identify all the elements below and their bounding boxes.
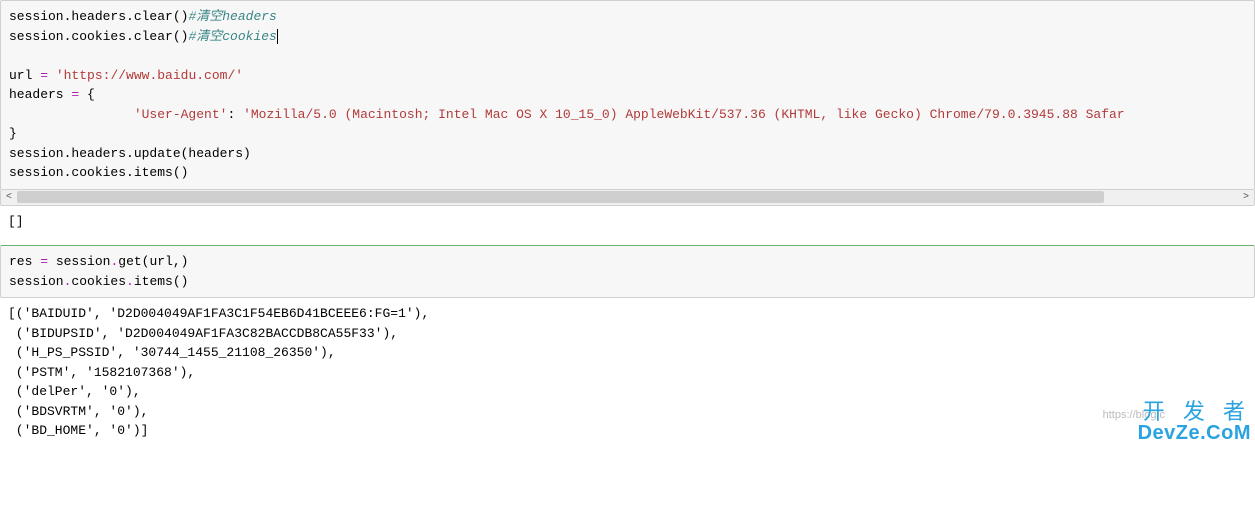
code-token: session.headers.update(headers) [9,146,251,161]
code-token: get [118,254,141,269]
code-token: session.cookies.items() [9,165,188,180]
code-token: session [9,274,64,289]
scroll-left-icon[interactable]: < [1,190,17,204]
scroll-right-icon[interactable]: > [1238,190,1254,204]
scroll-track[interactable] [17,190,1238,204]
h-scrollbar[interactable]: < > [0,190,1255,206]
output-2: [('BAIDUID', 'D2D004049AF1FA3C1F54EB6D41… [0,298,1255,451]
comment-token: #清空headers [188,9,276,24]
code-token: items [134,274,173,289]
comment-token: #清空cookies [188,29,277,44]
code-token: url [9,68,40,83]
op-token: = [40,254,48,269]
scroll-thumb[interactable] [17,191,1104,203]
string-token: 'https://www.baidu.com/' [48,68,243,83]
paren-token: () [173,274,189,289]
string-token: 'User-Agent' [134,107,228,122]
output-1: [] [0,206,1255,242]
code-token: session [48,254,110,269]
faint-watermark: https://blog.c [1103,409,1165,421]
code-token: headers [9,87,71,102]
code-input-2[interactable]: res = session.get(url,) session.cookies.… [0,245,1255,298]
punct-token: { [79,87,95,102]
punct-token: : [227,107,243,122]
code-token: res [9,254,40,269]
code-cell-2: res = session.get(url,) session.cookies.… [0,245,1255,451]
indent [9,107,134,122]
code-token: session.headers.clear() [9,9,188,24]
punct-token: } [9,126,17,141]
code-token: session.cookies.clear() [9,29,188,44]
string-token: 'Mozilla/5.0 (Macintosh; Intel Mac OS X … [243,107,1125,122]
op-token: . [126,274,134,289]
paren-token: (url,) [142,254,189,269]
code-input-1[interactable]: session.headers.clear()#清空headers sessio… [0,0,1255,190]
op-token: = [40,68,48,83]
code-cell-1: session.headers.clear()#清空headers sessio… [0,0,1255,241]
code-token: cookies [71,274,126,289]
